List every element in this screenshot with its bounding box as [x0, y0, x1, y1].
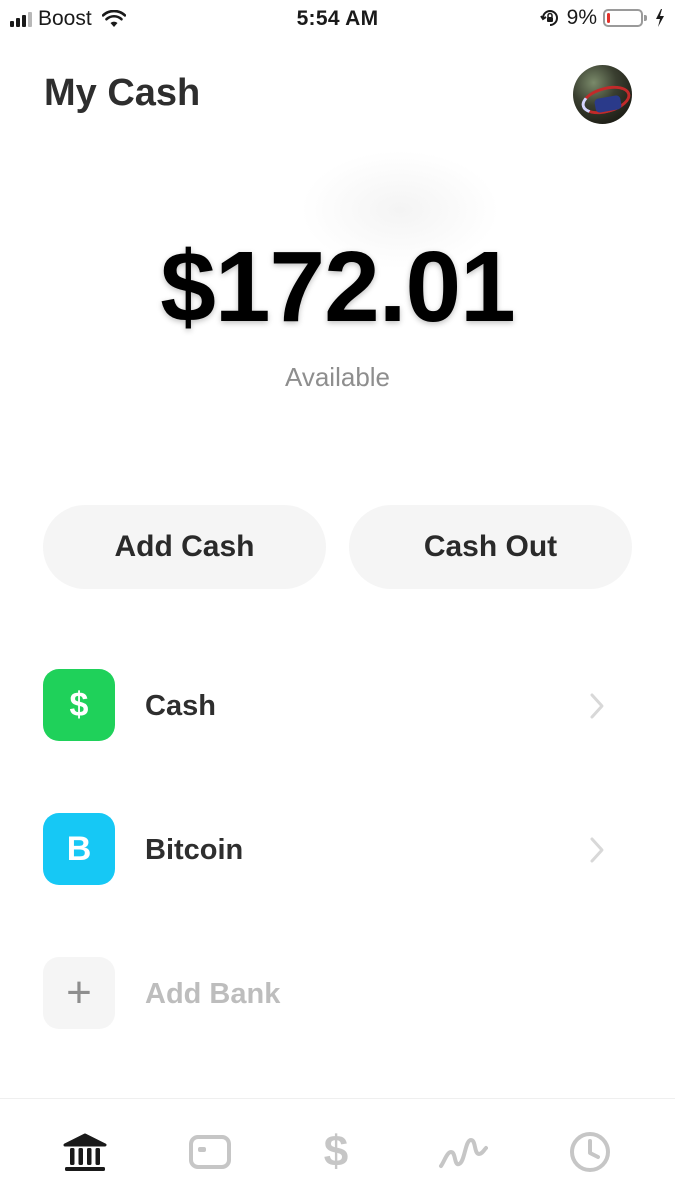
dollar-icon: $ [323, 1127, 349, 1176]
status-right: 9% [539, 6, 665, 30]
cash-out-button[interactable]: Cash Out [349, 505, 632, 589]
battery-level [607, 13, 610, 23]
list-item-add-bank[interactable]: + Add Bank [0, 956, 675, 1036]
charging-icon [656, 9, 664, 27]
list-item-bitcoin[interactable]: B Bitcoin [0, 812, 675, 892]
list-item-label: Bitcoin [145, 834, 244, 866]
clock-icon [570, 1132, 610, 1172]
nav-pay[interactable]: $ [311, 1129, 361, 1175]
nav-home[interactable] [60, 1129, 110, 1175]
rotation-lock-icon [539, 10, 558, 26]
nav-card[interactable] [185, 1129, 235, 1175]
card-icon [189, 1135, 231, 1169]
cash-icon: $ [43, 669, 115, 741]
bank-home-icon [63, 1133, 107, 1171]
chevron-right-icon [590, 837, 604, 863]
balance-amount: $172.01 [160, 231, 515, 343]
chevron-right-icon [590, 693, 604, 719]
profile-avatar[interactable] [573, 65, 632, 124]
list-item-label: Cash [145, 690, 216, 722]
activity-icon [439, 1138, 488, 1168]
list-item-cash[interactable]: $ Cash [0, 668, 675, 748]
bottom-nav: $ [0, 1098, 675, 1201]
add-cash-button[interactable]: Add Cash [43, 505, 326, 589]
battery-icon [603, 9, 647, 27]
battery-percent: 9% [566, 6, 597, 29]
status-bar: Boost 5:54 AM 9% [0, 0, 675, 40]
balance-label: Available [284, 362, 391, 392]
plus-icon: + [43, 957, 115, 1029]
bitcoin-icon: B [43, 813, 115, 885]
nav-history[interactable] [565, 1129, 615, 1175]
page-title: My Cash [44, 72, 201, 114]
nav-activity[interactable] [438, 1129, 488, 1175]
list-item-label: Add Bank [145, 978, 281, 1010]
